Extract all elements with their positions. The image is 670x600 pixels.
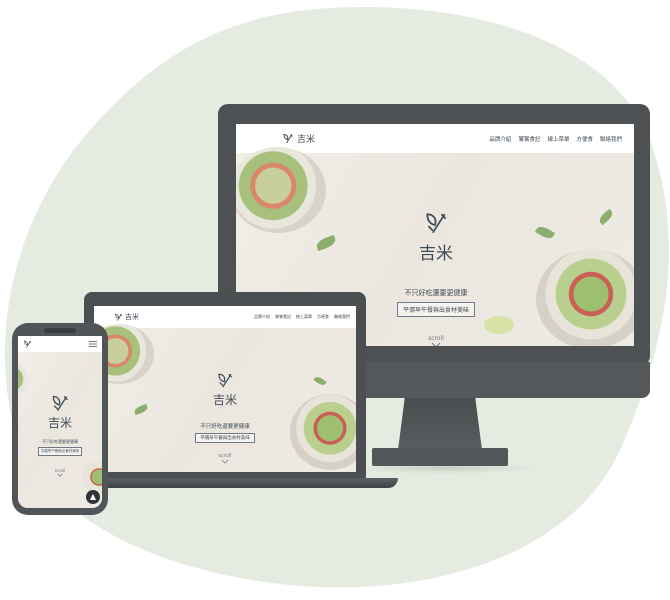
herb-leaf bbox=[597, 208, 615, 226]
fork-leaf-icon bbox=[283, 133, 293, 143]
fork-leaf-icon bbox=[115, 313, 123, 321]
nav-item-contact[interactable]: 聯絡我們 bbox=[334, 314, 350, 320]
hero-tagline: 不只好吃還要更健康 bbox=[200, 424, 250, 430]
laptop-nav-menu: 品牌介紹 饕饕食記 線上菜單 方便食 聯絡我們 bbox=[254, 314, 350, 320]
laptop-navbar: 吉米 品牌介紹 饕饕食記 線上菜單 方便食 聯絡我們 bbox=[94, 306, 356, 328]
salad-bowl-image bbox=[18, 362, 28, 396]
mobile-site: 吉米 不只好吃還要更健康 平價早午餐與出食材美味 scroll ▲ bbox=[18, 336, 102, 508]
herb-leaf bbox=[534, 224, 556, 241]
nav-item-brand[interactable]: 品牌介紹 bbox=[254, 314, 270, 320]
back-to-top-button[interactable]: ▲ bbox=[86, 490, 100, 504]
nav-item-brand[interactable]: 品牌介紹 bbox=[489, 135, 511, 143]
brand-name: 吉米 bbox=[125, 313, 139, 321]
hero-brand: 吉米 bbox=[419, 244, 453, 264]
fork-leaf-icon[interactable] bbox=[23, 340, 32, 349]
desktop-logo[interactable]: 吉米 bbox=[282, 132, 315, 145]
nav-item-menu[interactable]: 線上菜單 bbox=[296, 314, 312, 320]
desktop-hero-content: 吉米 不只好吃還要更健康 平價早午餐與出食材美味 scroll bbox=[376, 211, 496, 346]
nav-item-food-notes[interactable]: 饕饕食記 bbox=[518, 135, 540, 143]
salad-bowl-image bbox=[236, 147, 326, 233]
monitor-stand-neck bbox=[398, 398, 482, 450]
fork-leaf-icon bbox=[52, 395, 68, 412]
laptop-site: 吉米 品牌介紹 饕饕食記 線上菜單 方便食 聯絡我們 吉米 不只好吃還要更健康 … bbox=[94, 306, 356, 472]
hero-cta-button[interactable]: 平價早午餐與出食材美味 bbox=[195, 433, 255, 443]
salad-bowl-image bbox=[536, 249, 634, 346]
hero-tagline: 不只好吃還要更健康 bbox=[404, 289, 468, 297]
scroll-label[interactable]: scroll bbox=[428, 335, 444, 342]
herb-leaf bbox=[314, 234, 338, 252]
monitor-stand-base bbox=[372, 448, 508, 466]
hero-brand: 吉米 bbox=[212, 393, 237, 407]
laptop-hero-content: 吉米 不只好吃還要更健康 平價早午餐與出食材美味 scroll bbox=[180, 372, 270, 464]
nav-item-menu[interactable]: 線上菜單 bbox=[547, 135, 569, 143]
phone-notch bbox=[44, 328, 76, 333]
mobile-navbar bbox=[18, 336, 102, 352]
laptop-hero: 吉米 不只好吃還要更健康 平價早午餐與出食材美味 scroll bbox=[94, 324, 356, 472]
laptop-logo[interactable]: 吉米 bbox=[114, 312, 139, 322]
hero-cta-button[interactable]: 平價早午餐與出食材美味 bbox=[37, 447, 83, 456]
desktop-navbar: 吉米 品牌介紹 饕饕食記 線上菜單 方便食 聯絡我們 bbox=[236, 124, 634, 153]
desktop-nav-menu: 品牌介紹 饕饕食記 線上菜單 方便食 聯絡我們 bbox=[489, 135, 622, 143]
mobile-hero-content: 吉米 不只好吃還要更健康 平價早午餐與出食材美味 scroll bbox=[20, 394, 100, 477]
fork-leaf-icon bbox=[218, 373, 233, 388]
chevron-down-icon[interactable] bbox=[57, 473, 63, 477]
brand-name: 吉米 bbox=[297, 135, 316, 145]
fork-leaf-icon bbox=[426, 213, 447, 234]
chevron-down-icon[interactable] bbox=[431, 342, 441, 346]
chevron-down-icon[interactable] bbox=[221, 459, 229, 464]
hero-brand: 吉米 bbox=[47, 416, 72, 430]
nav-item-convenience[interactable]: 方便食 bbox=[317, 314, 329, 320]
herb-leaf bbox=[313, 375, 327, 387]
nav-item-convenience[interactable]: 方便食 bbox=[576, 135, 593, 143]
laptop-base bbox=[62, 478, 398, 488]
nav-item-food-notes[interactable]: 饕饕食記 bbox=[275, 314, 291, 320]
hero-tagline: 不只好吃還要更健康 bbox=[42, 439, 78, 444]
arrow-up-icon: ▲ bbox=[89, 492, 97, 501]
herb-leaf bbox=[133, 403, 149, 416]
hamburger-icon[interactable] bbox=[89, 341, 97, 347]
salad-bowl-image bbox=[290, 394, 356, 470]
mobile-hero: 吉米 不只好吃還要更健康 平價早午餐與出食材美味 scroll ▲ bbox=[18, 352, 102, 508]
hero-cta-button[interactable]: 平價早午餐與出食材美味 bbox=[396, 302, 475, 317]
nav-item-contact[interactable]: 聯絡我們 bbox=[600, 135, 622, 143]
